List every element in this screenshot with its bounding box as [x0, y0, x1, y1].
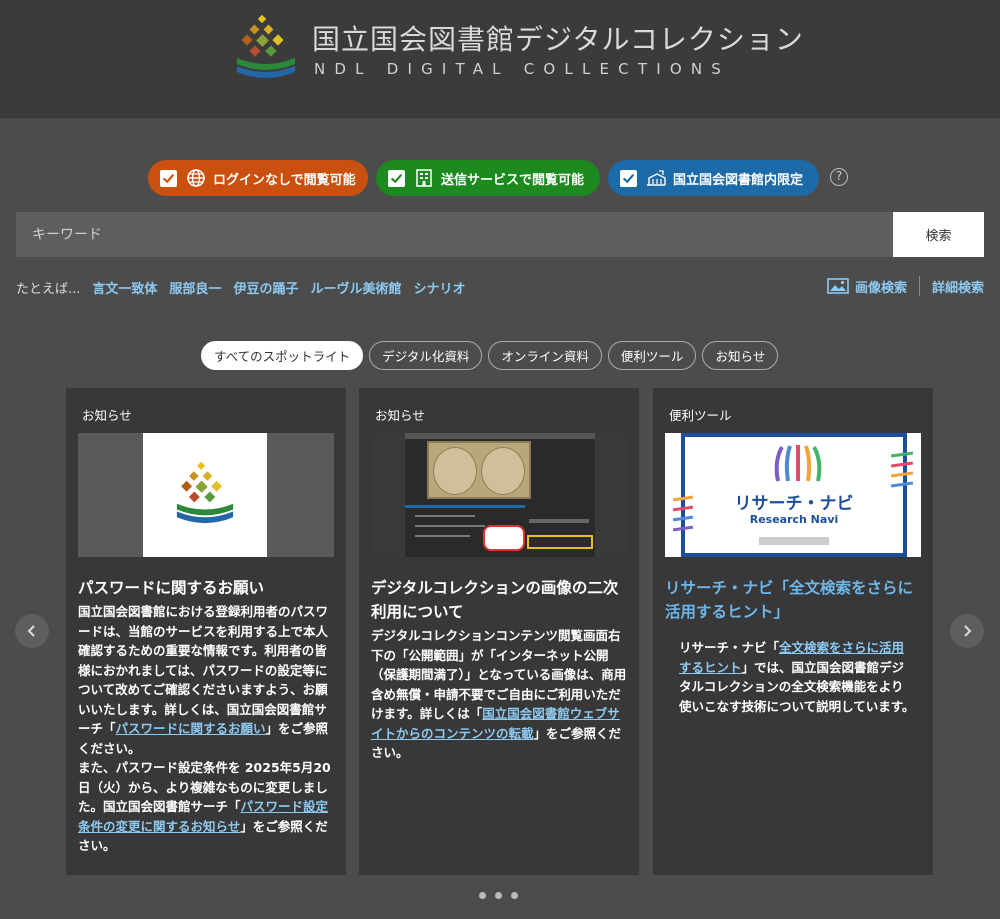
spotlight-tabs: すべてのスポットライト デジタル化資料 オンライン資料 便利ツール お知らせ — [201, 341, 779, 370]
ndl-logo-icon — [176, 461, 234, 524]
card-body: デジタルコレクションコンテンツ閲覧画面右下の「公開範囲」が「インターネット公開（… — [371, 628, 627, 760]
filter-login-free[interactable]: ログインなしで閲覧可能 — [148, 160, 368, 196]
carousel-prev-button[interactable] — [15, 614, 49, 648]
filter-transmission-service[interactable]: 送信サービスで閲覧可能 — [376, 160, 600, 196]
example-keywords: たとえば... 言文一致体 服部良一 伊豆の踊子 ルーヴル美術館 シナリオ — [16, 278, 465, 297]
spotlight-card[interactable]: お知らせ パスワードに関するお願い 国立国会図書館における登録利用者のパスワード… — [66, 388, 346, 875]
carousel-dot[interactable] — [479, 892, 486, 899]
example-link[interactable]: 伊豆の踊子 — [233, 278, 298, 297]
site-header: 国立国会図書館デジタルコレクション NDL DIGITAL COLLECTION… — [0, 0, 1000, 118]
chevron-right-icon — [964, 625, 972, 637]
chevron-left-icon — [27, 625, 35, 637]
image-icon — [827, 278, 849, 294]
carousel-next-button[interactable] — [950, 614, 984, 648]
spotlight-card[interactable]: お知らせ デジタルコレクションの画像の二次利用について デジタルコレクションコン… — [359, 388, 639, 875]
building-icon — [416, 169, 432, 187]
globe-icon — [187, 169, 205, 187]
carousel-dot[interactable] — [511, 892, 518, 899]
search-bar: 検索 — [16, 212, 984, 257]
checkbox-checked-icon[interactable] — [388, 169, 405, 187]
site-title-en: NDL DIGITAL COLLECTIONS — [314, 60, 730, 78]
card-category: お知らせ — [375, 408, 425, 423]
example-link[interactable]: シナリオ — [413, 278, 465, 297]
availability-filters: ログインなしで閲覧可能 送信サービスで閲覧可能 国立国会図書館内限定 — [148, 160, 819, 196]
card-title: パスワードに関するお願い — [78, 579, 265, 597]
card-thumbnail — [78, 433, 334, 557]
divider — [918, 276, 920, 296]
filter-login-free-label: ログインなしで閲覧可能 — [213, 172, 356, 188]
keyword-search-input[interactable] — [16, 212, 893, 257]
examples-label: たとえば... — [16, 282, 81, 297]
advanced-search-link[interactable]: 詳細検索 — [932, 277, 984, 296]
example-link[interactable]: ルーヴル美術館 — [310, 278, 401, 297]
card-body: 国立国会図書館における登録利用者のパスワードは、当館のサービスを利用する上で本人… — [78, 604, 331, 853]
spotlight-card[interactable]: 便利ツール リサーチ・ナビ Research Navi リサーチ・ナビ「全文検索… — [653, 388, 933, 875]
checkbox-checked-icon[interactable] — [620, 169, 637, 187]
card-category: お知らせ — [82, 408, 132, 423]
research-navi-logo-icon — [774, 445, 822, 482]
card-body: リサーチ・ナビ「全文検索をさらに活用するヒント」では、国立国会図書館デジタルコレ… — [679, 640, 915, 714]
search-options: 画像検索 詳細検索 — [827, 276, 984, 296]
checkbox-checked-icon[interactable] — [160, 169, 177, 187]
tab-useful-tools[interactable]: 便利ツール — [607, 341, 697, 370]
tab-news[interactable]: お知らせ — [702, 341, 779, 370]
research-navi-title: リサーチ・ナビ — [734, 494, 854, 514]
card-title: デジタルコレクションの画像の二次利用について — [371, 579, 619, 621]
card-thumbnail: リサーチ・ナビ Research Navi — [665, 433, 921, 557]
tab-all-spotlights[interactable]: すべてのスポットライト — [201, 341, 364, 370]
filter-ndl-only-label: 国立国会図書館内限定 — [673, 172, 804, 188]
tab-online-materials[interactable]: オンライン資料 — [488, 341, 602, 370]
card-thumbnail — [371, 433, 627, 557]
password-notice-link[interactable]: パスワードに関するお願い — [116, 721, 266, 736]
example-link[interactable]: 服部良一 — [169, 278, 221, 297]
filter-transmission-service-label: 送信サービスで閲覧可能 — [441, 172, 585, 188]
carousel-dot[interactable] — [495, 892, 502, 899]
image-search-label: 画像検索 — [854, 280, 907, 296]
research-navi-subtitle: Research Navi — [749, 513, 839, 526]
ndl-logo-icon[interactable] — [233, 14, 299, 84]
help-icon[interactable]: ? — [830, 168, 848, 186]
image-search-link[interactable]: 画像検索 — [827, 277, 907, 296]
example-link[interactable]: 言文一致体 — [92, 278, 157, 297]
library-icon — [647, 170, 666, 186]
carousel-pagination — [479, 892, 518, 899]
tab-digitized-materials[interactable]: デジタル化資料 — [369, 341, 483, 370]
site-title-jp: 国立国会図書館デジタルコレクション — [312, 23, 804, 56]
filter-ndl-only[interactable]: 国立国会図書館内限定 — [608, 160, 819, 196]
search-button[interactable]: 検索 — [893, 212, 984, 257]
card-title[interactable]: リサーチ・ナビ「全文検索をさらに活用するヒント」 — [665, 576, 925, 624]
card-category: 便利ツール — [669, 408, 732, 423]
